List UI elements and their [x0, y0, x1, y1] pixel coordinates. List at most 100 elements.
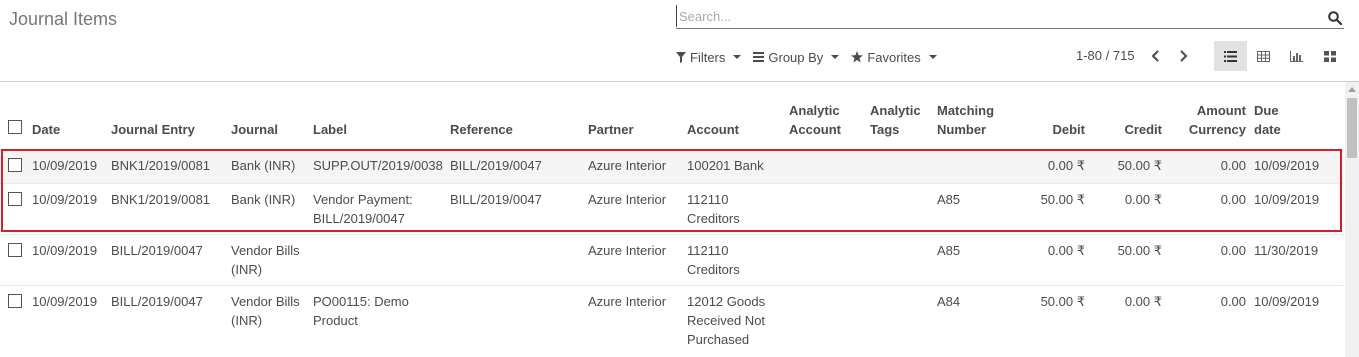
- cell-analytic-account: [785, 233, 866, 285]
- kanban-view-icon: [1323, 50, 1336, 62]
- row-checkbox[interactable]: [8, 242, 22, 257]
- list-lines-icon: [753, 52, 765, 62]
- chevron-right-icon[interactable]: [1174, 47, 1192, 65]
- cell-label: [309, 233, 446, 285]
- groupby-label: Group By: [768, 49, 824, 65]
- table-row[interactable]: 10/09/2019 BILL/2019/0047 Vendor Bills (…: [0, 233, 1343, 285]
- search-icon[interactable]: [1328, 11, 1342, 25]
- favorites-button[interactable]: Favorites: [851, 48, 937, 66]
- graph-view-icon: [1290, 50, 1303, 62]
- table-row[interactable]: 10/09/2019 BNK1/2019/0081 Bank (INR) Ven…: [0, 182, 1343, 234]
- kanban-view-button[interactable]: [1313, 41, 1346, 71]
- col-due-date[interactable]: Due date: [1250, 82, 1343, 150]
- pager-value[interactable]: 1-80 / 715: [1076, 48, 1135, 63]
- cell-matching-number: [933, 148, 1020, 183]
- select-all-cell: [0, 82, 28, 150]
- view-switcher: [1214, 41, 1346, 71]
- row-checkbox[interactable]: [8, 191, 22, 206]
- row-checkbox[interactable]: [8, 293, 22, 308]
- cell-date: 10/09/2019: [28, 148, 107, 183]
- scrollbar-thumb[interactable]: [1347, 98, 1357, 158]
- pivot-view-icon: [1257, 50, 1270, 62]
- cell-due-date: 11/30/2019: [1250, 233, 1343, 285]
- cell-analytic-tags: [866, 148, 933, 183]
- col-journal-entry[interactable]: Journal Entry: [107, 82, 227, 150]
- cell-due-date: 10/09/2019: [1250, 182, 1343, 234]
- cell-partner: Azure Interior: [584, 284, 683, 355]
- col-amount-currency[interactable]: Amount Currency: [1166, 82, 1250, 150]
- cell-account: 112110 Creditors: [683, 233, 785, 285]
- cell-journal-entry: BILL/2019/0047: [107, 284, 227, 355]
- cell-journal: Vendor Bills (INR): [227, 233, 309, 285]
- cell-journal: Bank (INR): [227, 148, 309, 183]
- cell-matching-number: A85: [933, 182, 1020, 234]
- cell-journal-entry: BNK1/2019/0081: [107, 182, 227, 234]
- table-row[interactable]: 10/09/2019 BNK1/2019/0081 Bank (INR) SUP…: [0, 148, 1343, 183]
- col-analytic-tags[interactable]: Analytic Tags: [866, 82, 933, 150]
- graph-view-button[interactable]: [1280, 41, 1313, 71]
- col-credit[interactable]: Credit: [1089, 82, 1166, 150]
- pivot-view-button[interactable]: [1247, 41, 1280, 71]
- col-analytic-account[interactable]: Analytic Account: [785, 82, 866, 150]
- cell-label: Vendor Payment: BILL/2019/0047: [309, 182, 446, 234]
- groupby-button[interactable]: Group By: [753, 48, 840, 66]
- cell-reference: BILL/2019/0047: [446, 182, 584, 234]
- table-row[interactable]: 10/09/2019 BILL/2019/0047 Vendor Bills (…: [0, 284, 1343, 355]
- cell-analytic-account: [785, 284, 866, 355]
- vertical-scrollbar[interactable]: [1345, 82, 1359, 357]
- cell-account: 112110 Creditors: [683, 182, 785, 234]
- cell-amount-currency: 0.00: [1166, 233, 1250, 285]
- cell-analytic-tags: [866, 233, 933, 285]
- page-title: Journal Items: [9, 9, 118, 29]
- journal-items-table: Date Journal Entry Journal Label Referen…: [0, 82, 1343, 355]
- cell-amount-currency: 0.00: [1166, 284, 1250, 355]
- chevron-left-icon[interactable]: [1147, 47, 1165, 65]
- row-checkbox[interactable]: [8, 157, 22, 172]
- col-label[interactable]: Label: [309, 82, 446, 150]
- search-bar: [676, 5, 1344, 29]
- cell-account: 100201 Bank: [683, 148, 785, 183]
- cell-analytic-account: [785, 182, 866, 234]
- caret-down-icon: [928, 55, 937, 59]
- cell-reference: [446, 284, 584, 355]
- cell-debit: 50.00 ₹: [1020, 284, 1089, 355]
- cell-label: PO00115: Demo Product: [309, 284, 446, 355]
- cell-analytic-tags: [866, 182, 933, 234]
- list-view-button[interactable]: [1214, 41, 1247, 71]
- cell-matching-number: A84: [933, 284, 1020, 355]
- cell-journal-entry: BILL/2019/0047: [107, 233, 227, 285]
- cell-date: 10/09/2019: [28, 182, 107, 234]
- cell-journal: Bank (INR): [227, 182, 309, 234]
- col-partner[interactable]: Partner: [584, 82, 683, 150]
- filter-icon: [676, 51, 686, 63]
- scroll-up-arrow-icon[interactable]: [1348, 87, 1356, 92]
- row-select-cell: [0, 182, 28, 234]
- filters-button[interactable]: Filters: [676, 48, 742, 66]
- col-debit[interactable]: Debit: [1020, 82, 1089, 150]
- select-all-checkbox[interactable]: [8, 119, 22, 134]
- journal-items-list: Date Journal Entry Journal Label Referen…: [0, 82, 1345, 357]
- col-date[interactable]: Date: [28, 82, 107, 150]
- col-matching-number[interactable]: Matching Number: [933, 82, 1020, 150]
- table-header-row: Date Journal Entry Journal Label Referen…: [0, 82, 1343, 150]
- col-journal[interactable]: Journal: [227, 82, 309, 150]
- cell-debit: 50.00 ₹: [1020, 182, 1089, 234]
- cell-credit: 50.00 ₹: [1089, 148, 1166, 183]
- col-reference[interactable]: Reference: [446, 82, 584, 150]
- cell-debit: 0.00 ₹: [1020, 148, 1089, 183]
- cell-due-date: 10/09/2019: [1250, 284, 1343, 355]
- cell-date: 10/09/2019: [28, 284, 107, 355]
- list-view-icon: [1224, 50, 1237, 62]
- cell-due-date: 10/09/2019: [1250, 148, 1343, 183]
- col-account[interactable]: Account: [683, 82, 785, 150]
- cell-label: SUPP.OUT/2019/0038: [309, 148, 446, 183]
- cell-date: 10/09/2019: [28, 233, 107, 285]
- cell-credit: 0.00 ₹: [1089, 182, 1166, 234]
- caret-down-icon: [733, 55, 742, 59]
- star-icon: [851, 51, 864, 63]
- cell-amount-currency: 0.00: [1166, 182, 1250, 234]
- cell-debit: 0.00 ₹: [1020, 233, 1089, 285]
- search-input[interactable]: [676, 5, 1316, 27]
- filters-label: Filters: [690, 49, 726, 65]
- cell-partner: Azure Interior: [584, 233, 683, 285]
